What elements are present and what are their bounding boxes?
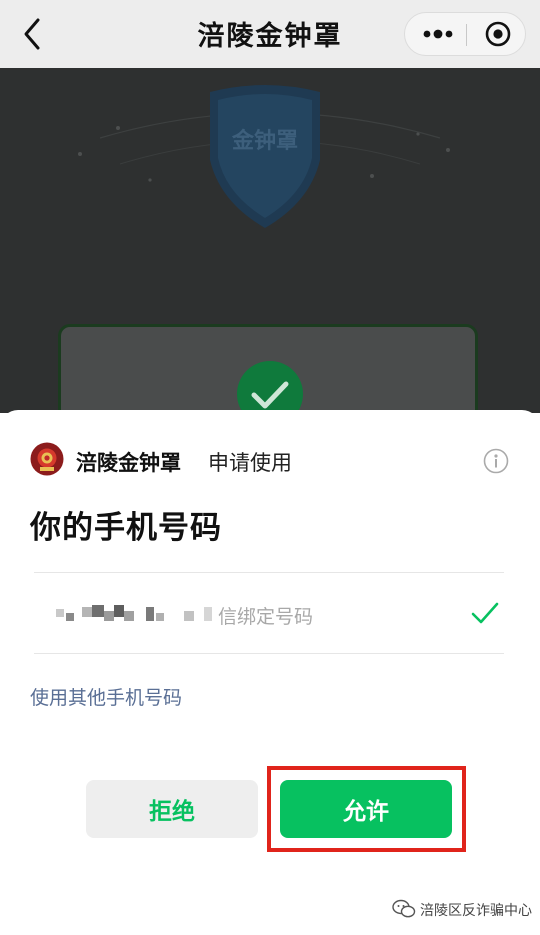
more-dots-icon[interactable] — [415, 19, 461, 49]
phone-binding-hint: 信绑定号码 — [218, 606, 314, 628]
highlight-annotation-box — [267, 766, 466, 852]
check-circle-icon — [237, 361, 303, 413]
shield-label: 金钟罩 — [231, 128, 298, 154]
watermark-text: 涪陵区反诈骗中心 — [420, 903, 532, 919]
police-badge-logo-icon — [30, 442, 64, 476]
capsule-divider — [466, 24, 467, 46]
request-text: 申请使用 — [208, 451, 292, 475]
target-close-icon[interactable] — [475, 19, 521, 49]
phone-authorization-sheet: 涪陵金钟罩 申请使用 你的手机号码 信绑定号码 使用其他手机号码 拒绝 允许 涪… — [0, 410, 540, 935]
info-icon[interactable] — [483, 448, 509, 474]
dimmed-page-background: 金钟罩 — [0, 68, 540, 413]
title-bar: 涪陵金钟罩 — [0, 0, 540, 68]
shield-icon: 金钟罩 — [210, 85, 320, 228]
divider — [34, 653, 504, 654]
checkmark-icon — [471, 602, 499, 624]
phone-option-row[interactable]: 信绑定号码 — [34, 573, 504, 653]
app-name: 涪陵金钟罩 — [76, 451, 181, 475]
wechat-icon — [392, 899, 416, 918]
reject-button[interactable]: 拒绝 — [86, 780, 258, 838]
masked-phone-number — [56, 605, 212, 621]
menu-capsule — [404, 12, 526, 56]
use-other-phone-link[interactable]: 使用其他手机号码 — [30, 683, 182, 710]
sheet-heading: 你的手机号码 — [30, 510, 222, 546]
